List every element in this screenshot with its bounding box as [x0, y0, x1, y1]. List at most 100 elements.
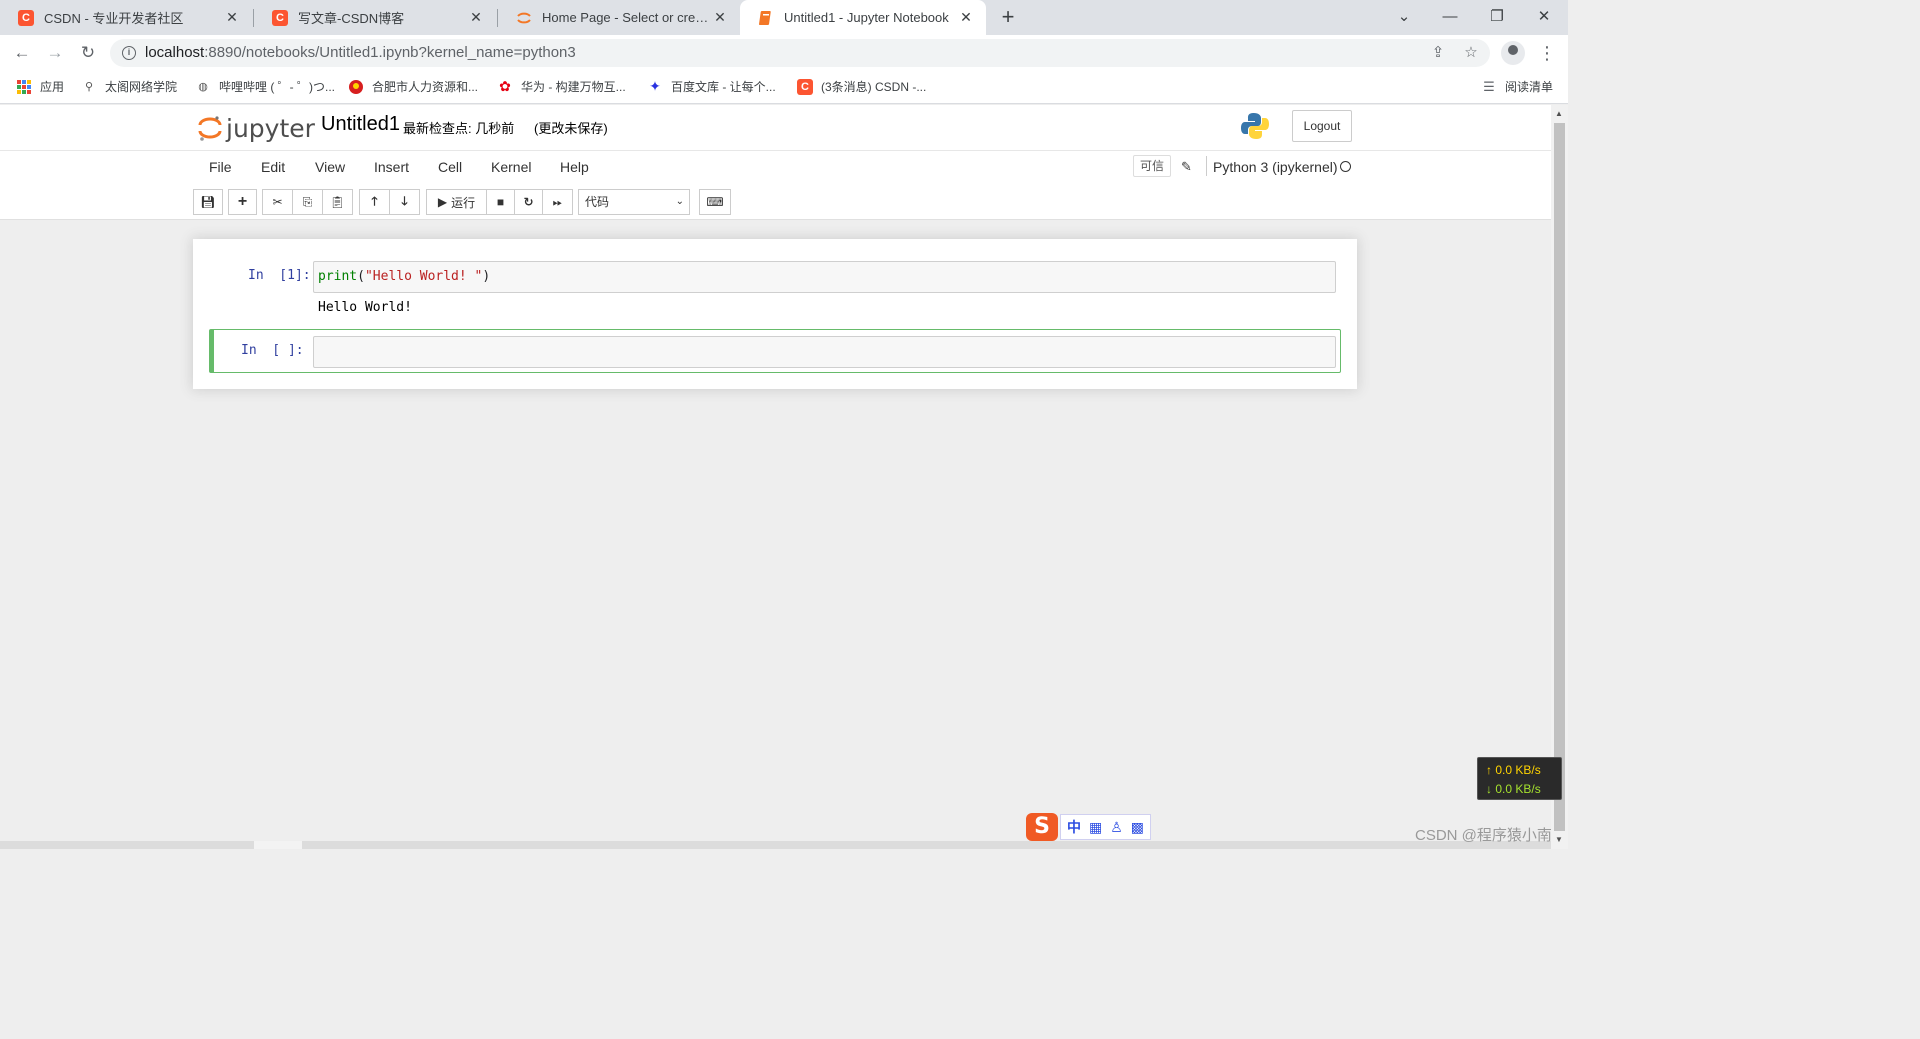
notebook-name[interactable]: Untitled1 — [321, 113, 400, 136]
menu-insert[interactable]: Insert — [374, 159, 409, 175]
pencil-icon[interactable]: ✎ — [1181, 159, 1192, 175]
tab-untitled1[interactable]: Untitled1 - Jupyter Notebook ✕ — [740, 0, 986, 35]
kernel-name[interactable]: Python 3 (ipykernel) — [1213, 159, 1338, 175]
menubar: File Edit View Insert Cell Kernel Help 可… — [193, 152, 1357, 182]
bookmarks-bar: 应用 ⚲ 太阁网络学院 ◍ 哔哩哔哩 ( ゜- ゜)つ... 合肥市人力资源和.… — [0, 71, 1568, 104]
tab-csdn[interactable]: C CSDN - 专业开发者社区 ✕ — [0, 0, 252, 35]
csdn-icon: C — [797, 78, 813, 95]
bookmark-label: 百度文库 - 让每个... — [671, 80, 776, 94]
horizontal-scrollbar[interactable] — [0, 841, 1551, 849]
apps-grid-icon — [16, 79, 32, 95]
paste-button[interactable]: 📋︎ — [322, 189, 353, 215]
user-icon[interactable]: ♙ — [1110, 819, 1123, 836]
run-label: 运行 — [451, 195, 476, 210]
close-icon[interactable]: ✕ — [468, 9, 484, 26]
bookmark-star-icon[interactable]: ☆ — [1461, 43, 1481, 63]
reading-list-button[interactable]: ☰ 阅读清单 — [1481, 78, 1553, 95]
scrollbar-thumb[interactable] — [1554, 123, 1565, 831]
code-input[interactable] — [313, 336, 1336, 368]
bookmark-csdn-messages[interactable]: C (3条消息) CSDN -... — [797, 78, 926, 95]
bookmark-label: 华为 - 构建万物互... — [521, 80, 626, 94]
ime-language-toggle[interactable]: 中 — [1067, 817, 1081, 837]
restart-run-all-button[interactable]: ⏩︎ — [542, 189, 573, 215]
bookmark-bilibili[interactable]: ◍ 哔哩哔哩 ( ゜- ゜)つ... — [195, 78, 335, 95]
menu-view[interactable]: View — [315, 159, 345, 175]
new-tab-icon[interactable]: + — [996, 6, 1020, 30]
csdn-icon: C — [272, 9, 288, 26]
bookmark-label: 哔哩哔哩 ( ゜- ゜)つ... — [219, 80, 335, 94]
address-bar[interactable]: i localhost:8890/notebooks/Untitled1.ipy… — [110, 39, 1490, 67]
code-cell-1[interactable]: In [1]: print("Hello World! ") Hello Wor… — [209, 251, 1341, 327]
close-icon[interactable]: ✕ — [958, 9, 974, 26]
save-button[interactable]: 💾︎ — [193, 189, 223, 215]
reload-icon[interactable]: ↻ — [76, 41, 100, 65]
code-builtin: print — [318, 269, 358, 284]
run-button[interactable]: ▶ 运行 — [426, 189, 487, 215]
profile-avatar-icon[interactable] — [1501, 41, 1525, 65]
sogou-logo-icon[interactable]: S — [1026, 813, 1058, 841]
scrollbar-thumb[interactable] — [254, 841, 302, 849]
url-host: localhost — [145, 44, 205, 61]
notebook-icon — [758, 10, 774, 26]
forward-icon[interactable]: → — [43, 41, 67, 65]
arrow-down-icon: 🡓 — [401, 193, 408, 208]
kernel-idle-icon — [1340, 161, 1351, 172]
move-down-button[interactable]: 🡓 — [389, 189, 420, 215]
menu-edit[interactable]: Edit — [261, 159, 285, 175]
bilibili-icon: ◍ — [198, 81, 208, 93]
upload-speed: ↑ 0.0 KB/s — [1486, 763, 1541, 777]
watermark: CSDN @程序猿小南 — [1415, 827, 1552, 844]
tab-search-icon[interactable]: ⌄ — [1381, 0, 1427, 35]
bookmark-hefei[interactable]: 合肥市人力资源和... — [348, 78, 478, 95]
move-up-button[interactable]: 🡑 — [359, 189, 390, 215]
apps-icon[interactable]: ▩ — [1131, 819, 1144, 836]
bookmark-taige[interactable]: ⚲ 太阁网络学院 — [81, 78, 177, 95]
share-icon[interactable]: ⇪ — [1428, 43, 1448, 63]
back-icon[interactable]: ← — [10, 41, 34, 65]
browser-menu-icon[interactable]: ⋮ — [1538, 41, 1556, 65]
minimize-icon[interactable]: — — [1427, 0, 1473, 35]
code-paren: ( — [357, 269, 365, 284]
arrow-up-icon: 🡑 — [371, 193, 378, 208]
close-icon[interactable]: ✕ — [224, 9, 240, 26]
baidu-icon: ✦ — [649, 78, 661, 94]
cell-type-select[interactable]: 代码 ⌄ — [578, 189, 690, 215]
fast-forward-icon: ⏩︎ — [552, 194, 563, 209]
trusted-badge[interactable]: 可信 — [1133, 155, 1172, 177]
menu-cell[interactable]: Cell — [438, 159, 462, 175]
command-palette-button[interactable]: ⌨ — [699, 189, 731, 215]
copy-button[interactable]: ⎘ — [292, 189, 323, 215]
restart-button[interactable]: ↻ — [514, 189, 543, 215]
csdn-icon: C — [18, 9, 34, 26]
window-close-icon[interactable]: ✕ — [1521, 0, 1567, 35]
bookmark-label: (3条消息) CSDN -... — [821, 80, 927, 94]
scissors-icon: ✂ — [272, 195, 283, 209]
tab-write-article[interactable]: C 写文章-CSDN博客 ✕ — [254, 0, 496, 35]
keyboard-icon: ⌨ — [706, 195, 724, 209]
scroll-down-icon[interactable]: ▼ — [1555, 835, 1563, 844]
jupyter-logo[interactable]: jupyter — [198, 113, 315, 143]
code-input[interactable]: print("Hello World! ") — [313, 261, 1336, 293]
cut-button[interactable]: ✂ — [262, 189, 293, 215]
kernel-divider — [1206, 156, 1207, 176]
site-info-icon[interactable]: i — [122, 46, 136, 60]
interrupt-button[interactable]: ■ — [486, 189, 515, 215]
bookmark-apps[interactable]: 应用 — [16, 78, 64, 95]
scroll-up-icon[interactable]: ▲ — [1555, 109, 1563, 118]
ime-bar: 中 ▦ ♙ ▩ — [1060, 814, 1152, 840]
tab-home-page[interactable]: Home Page - Select or create a notebook … — [498, 0, 740, 35]
bookmark-baidu[interactable]: ✦ 百度文库 - 让每个... — [647, 78, 776, 95]
close-icon[interactable]: ✕ — [712, 9, 728, 26]
menu-help[interactable]: Help — [560, 159, 589, 175]
restore-icon[interactable]: ❐ — [1474, 0, 1520, 35]
menu-file[interactable]: File — [209, 159, 232, 175]
logout-button[interactable]: Logout — [1292, 110, 1352, 142]
insert-cell-button[interactable]: + — [228, 189, 257, 215]
bookmark-huawei[interactable]: ✿ 华为 - 构建万物互... — [497, 78, 626, 95]
input-prompt: In [1]: — [248, 268, 311, 283]
url-text[interactable]: localhost:8890/notebooks/Untitled1.ipynb… — [145, 44, 576, 61]
vertical-scrollbar[interactable]: ▲ ▼ — [1551, 105, 1568, 849]
code-cell-2[interactable]: In [ ]: — [209, 329, 1341, 373]
menu-kernel[interactable]: Kernel — [491, 159, 531, 175]
keyboard-icon[interactable]: ▦ — [1089, 819, 1102, 836]
